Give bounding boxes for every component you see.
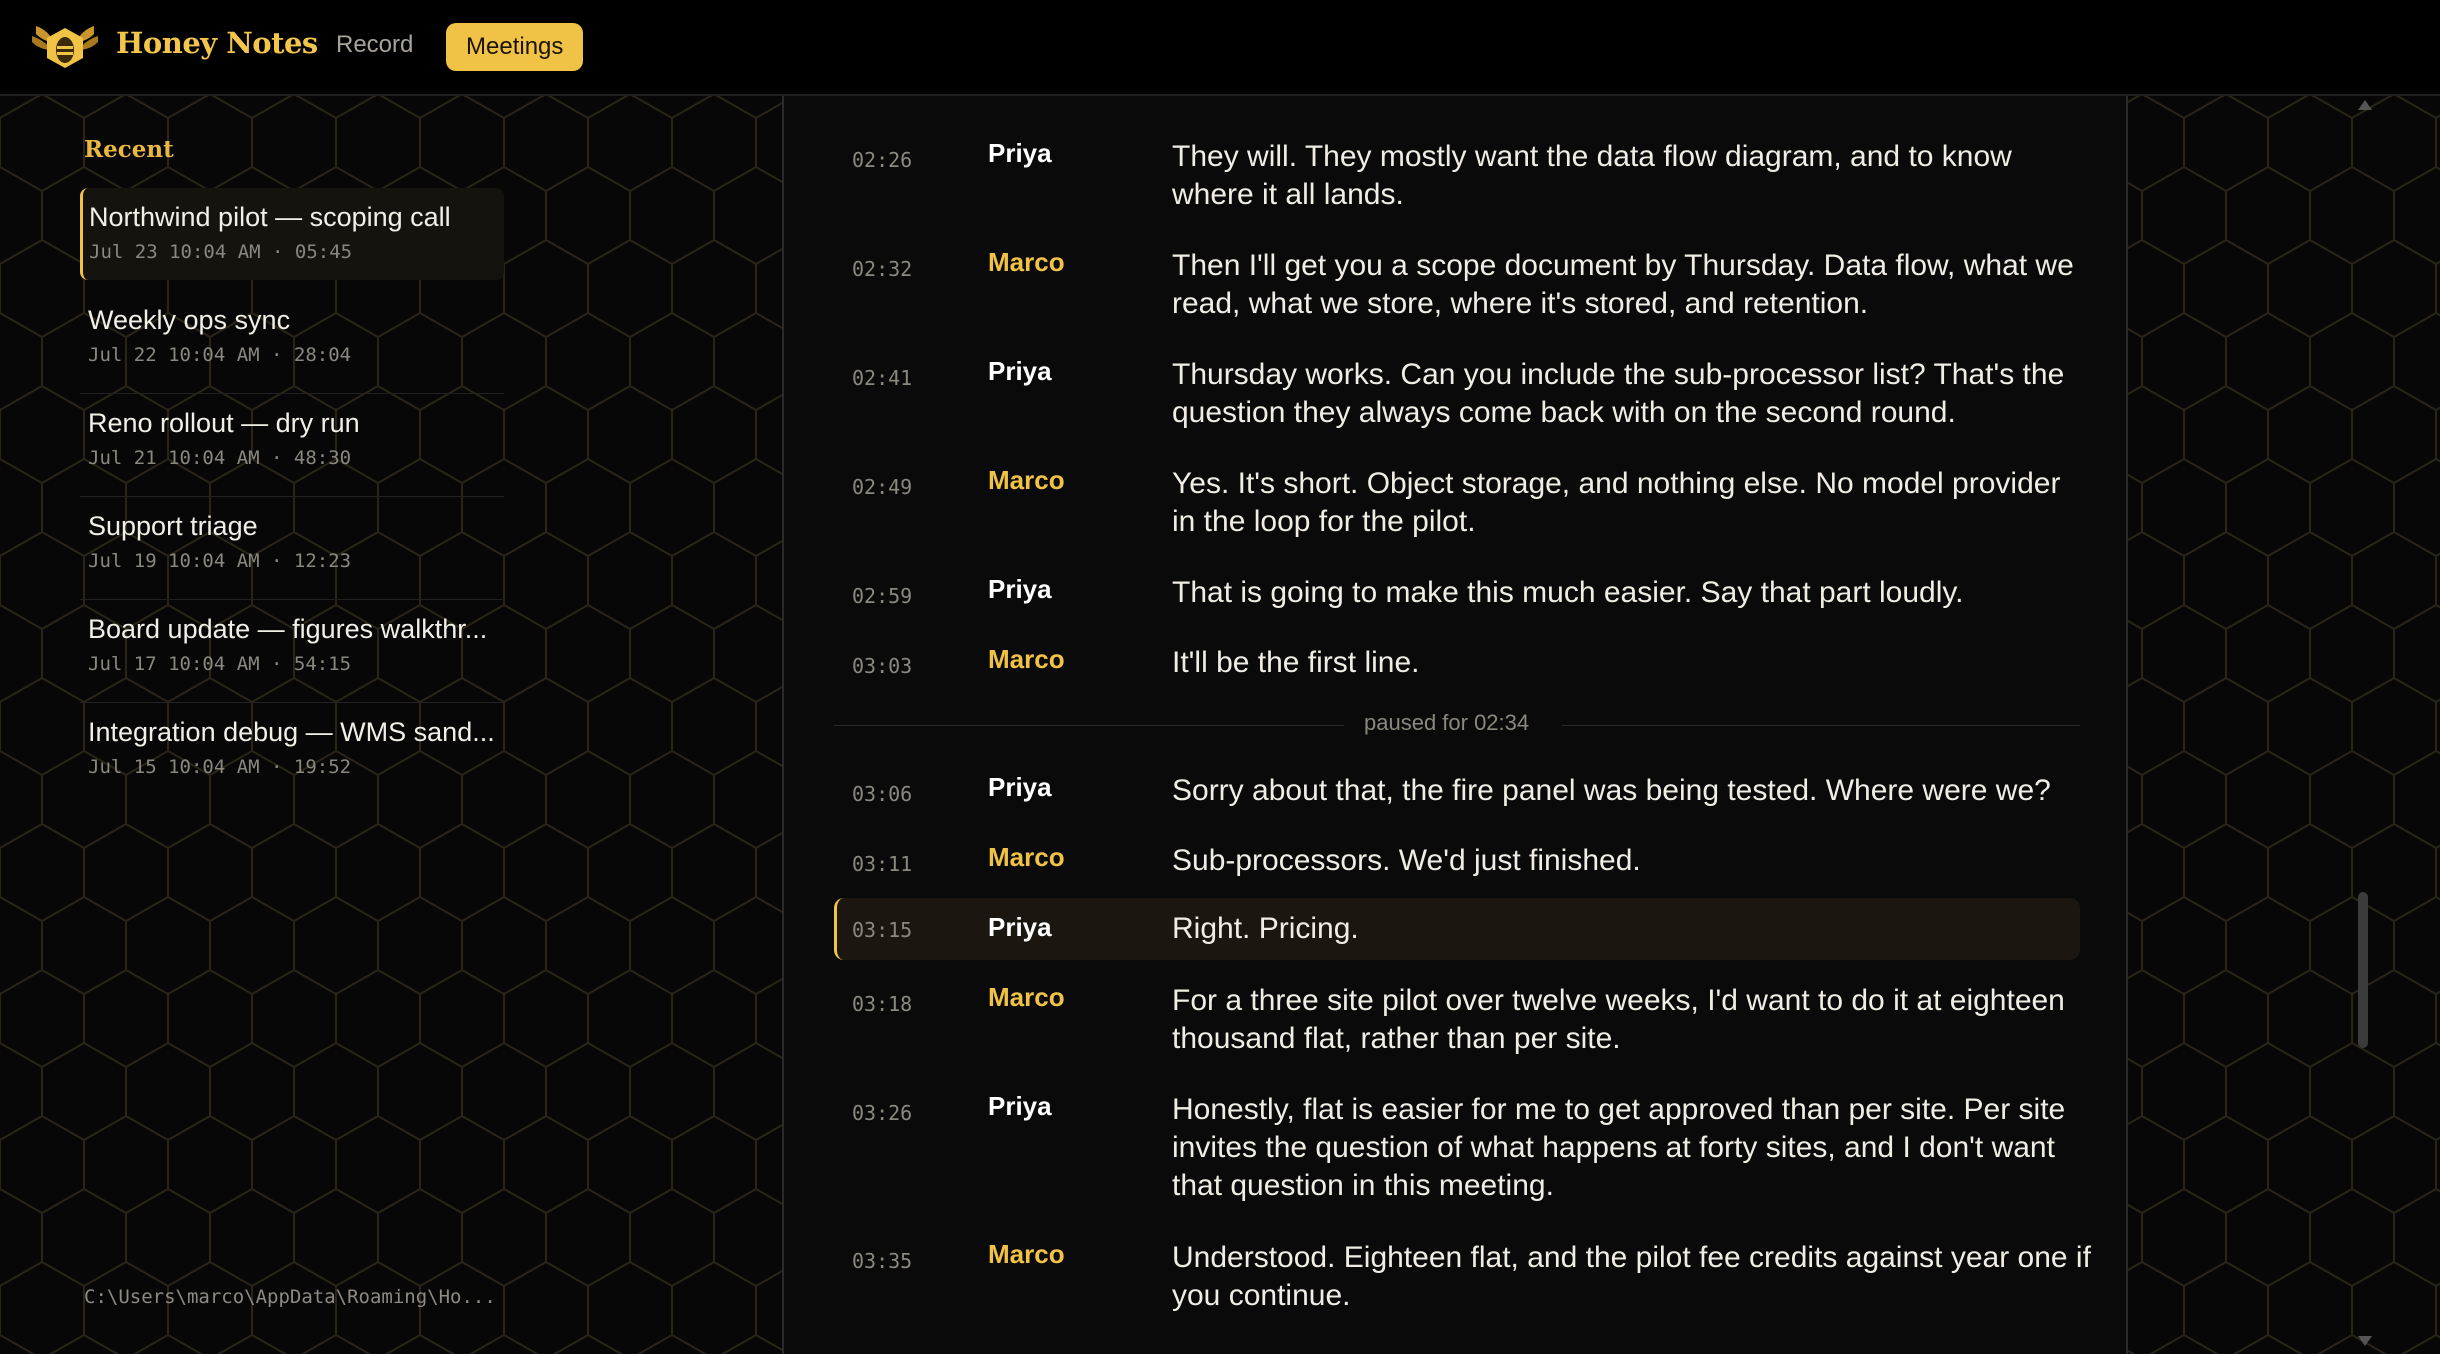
meeting-meta: Jul 15 10:04 AM · 19:52: [88, 756, 352, 778]
timestamp[interactable]: 03:06: [852, 782, 912, 806]
top-bar: Honey Notes Record Meetings: [0, 0, 2440, 96]
meeting-meta: Jul 22 10:04 AM · 28:04: [88, 344, 352, 366]
app-title: Honey Notes: [116, 26, 318, 60]
utterance-text: Sub-processors. We'd just finished.: [1172, 844, 1641, 877]
meeting-item[interactable]: Weekly ops sync Jul 22 10:04 AM · 28:04: [80, 291, 504, 394]
pause-divider: paused for 02:34: [834, 710, 2080, 740]
speaker-name: Priya: [988, 356, 1052, 386]
speaker-name: Marco: [988, 842, 1065, 872]
utterance-text: Sorry about that, the fire panel was bei…: [1172, 774, 2051, 807]
meeting-item[interactable]: Board update — figures walkthr... Jul 17…: [80, 600, 504, 703]
scrollbar-thumb[interactable]: [2358, 892, 2368, 1048]
speaker-name: Marco: [988, 1239, 1065, 1269]
divider-line: [834, 725, 1344, 726]
nav-record-tab[interactable]: Record: [336, 31, 413, 59]
utterance-text: Honestly, flat is easier for me to get a…: [1172, 1093, 2066, 1202]
transcript-line-current[interactable]: 03:15 Priya Right. Pricing.: [834, 898, 2080, 960]
transcript-line[interactable]: 02:41 Priya Thursday works. Can you incl…: [834, 356, 2080, 429]
meeting-title: Support triage: [88, 511, 258, 541]
meeting-title: Integration debug — WMS sand...: [88, 717, 495, 747]
speaker-name: Priya: [988, 1091, 1052, 1121]
transcript-line[interactable]: 03:18 Marco For a three site pilot over …: [834, 982, 2080, 1055]
speaker-name: Marco: [988, 465, 1065, 495]
utterance-text: Understood. Eighteen flat, and the pilot…: [1172, 1241, 2091, 1312]
speaker-name: Priya: [988, 912, 1052, 942]
scroll-up-arrow-icon[interactable]: [2358, 100, 2372, 110]
utterance-text: For a three site pilot over twelve weeks…: [1172, 984, 2065, 1055]
timestamp[interactable]: 02:41: [852, 366, 912, 390]
nav-meetings-tab[interactable]: Meetings: [446, 23, 584, 71]
timestamp[interactable]: 02:32: [852, 257, 912, 281]
speaker-name: Priya: [988, 772, 1052, 802]
utterance-text: That is going to make this much easier. …: [1172, 576, 1964, 609]
meeting-meta: Jul 17 10:04 AM · 54:15: [88, 653, 352, 675]
meeting-meta: Jul 19 10:04 AM · 12:23: [88, 550, 352, 572]
utterance-text: Then I'll get you a scope document by Th…: [1172, 249, 2074, 320]
meeting-list: Northwind pilot — scoping call Jul 23 10…: [80, 188, 504, 806]
clipped-previous-line: [1224, 96, 1724, 102]
speaker-name: Marco: [988, 644, 1065, 674]
meeting-title: Board update — figures walkthr...: [88, 614, 488, 644]
timestamp[interactable]: 02:59: [852, 584, 912, 608]
data-folder-path: C:\Users\marco\AppData\Roaming\Ho...: [84, 1286, 496, 1308]
meeting-item[interactable]: Reno rollout — dry run Jul 21 10:04 AM ·…: [80, 394, 504, 497]
meeting-title: Weekly ops sync: [88, 305, 291, 335]
transcript-line[interactable]: 03:26 Priya Honestly, flat is easier for…: [834, 1091, 2080, 1205]
timestamp[interactable]: 03:15: [852, 918, 912, 942]
sidebar: Recent Northwind pilot — scoping call Ju…: [0, 96, 782, 1354]
recent-heading: Recent: [84, 136, 174, 163]
transcript-line[interactable]: 02:32 Marco Then I'll get you a scope do…: [834, 247, 2080, 320]
timestamp[interactable]: 03:35: [852, 1249, 912, 1273]
transcript-line[interactable]: 02:49 Marco Yes. It's short. Object stor…: [834, 465, 2080, 538]
timestamp[interactable]: 03:26: [852, 1101, 912, 1125]
transcript-scrollbar[interactable]: [2350, 96, 2376, 1354]
meeting-meta: Jul 23 10:04 AM · 05:45: [89, 241, 353, 263]
honey-bee-logo-icon: [32, 26, 98, 68]
meeting-item[interactable]: Northwind pilot — scoping call Jul 23 10…: [80, 188, 504, 280]
meeting-title: Reno rollout — dry run: [88, 408, 360, 438]
meeting-meta: Jul 21 10:04 AM · 48:30: [88, 447, 352, 469]
divider-line: [1562, 725, 2080, 726]
transcript-line[interactable]: 03:11 Marco Sub-processors. We'd just fi…: [834, 842, 2080, 880]
utterance-text: Thursday works. Can you include the sub-…: [1172, 358, 2065, 429]
utterance-text: Yes. It's short. Object storage, and not…: [1172, 467, 2061, 538]
transcript-line[interactable]: 02:59 Priya That is going to make this m…: [834, 574, 2080, 612]
transcript-line[interactable]: 03:06 Priya Sorry about that, the fire p…: [834, 772, 2080, 810]
utterance-text: They will. They mostly want the data flo…: [1172, 140, 2012, 211]
timestamp[interactable]: 02:49: [852, 475, 912, 499]
timestamp[interactable]: 03:11: [852, 852, 912, 876]
meeting-title: Northwind pilot — scoping call: [89, 202, 451, 232]
timestamp[interactable]: 03:18: [852, 992, 912, 1016]
utterance-text: It'll be the first line.: [1172, 646, 1420, 679]
timestamp[interactable]: 02:26: [852, 148, 912, 172]
utterance-text: Right. Pricing.: [1172, 912, 1359, 945]
transcript-line[interactable]: 03:03 Marco It'll be the first line.: [834, 644, 2080, 682]
transcript-line[interactable]: 03:35 Marco Understood. Eighteen flat, a…: [834, 1239, 2091, 1312]
speaker-name: Priya: [988, 574, 1052, 604]
timestamp[interactable]: 03:03: [852, 654, 912, 678]
pause-label: paused for 02:34: [1364, 710, 1530, 735]
transcript-panel[interactable]: 02:26 Priya They will. They mostly want …: [782, 96, 2128, 1354]
speaker-name: Priya: [988, 138, 1052, 168]
speaker-name: Marco: [988, 982, 1065, 1012]
speaker-name: Marco: [988, 247, 1065, 277]
meeting-item[interactable]: Integration debug — WMS sand... Jul 15 1…: [80, 703, 504, 806]
scroll-down-arrow-icon[interactable]: [2358, 1336, 2372, 1346]
transcript-line[interactable]: 02:26 Priya They will. They mostly want …: [834, 138, 2080, 211]
meeting-item[interactable]: Support triage Jul 19 10:04 AM · 12:23: [80, 497, 504, 600]
